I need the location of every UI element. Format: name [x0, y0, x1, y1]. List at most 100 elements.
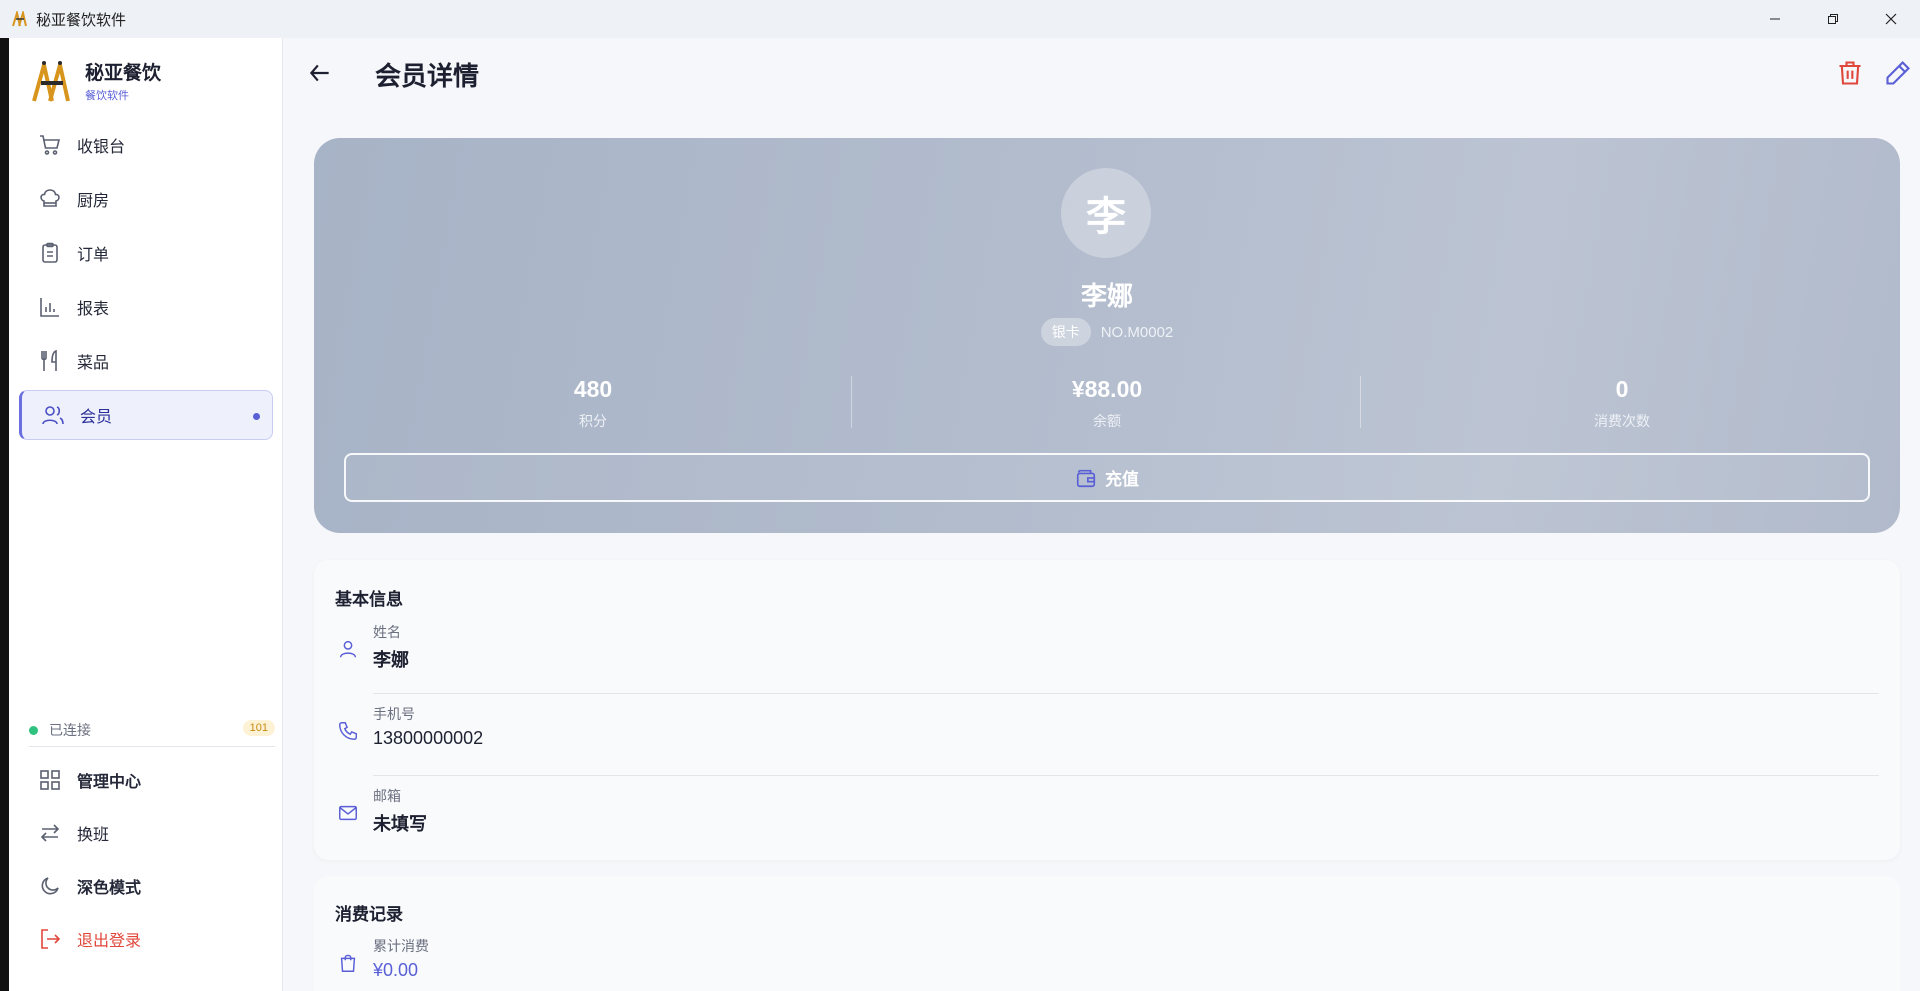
phone-icon [335, 718, 361, 744]
pencil-icon [1886, 61, 1910, 85]
brand-logo-icon [32, 60, 70, 102]
status-badge: 101 [242, 720, 275, 736]
sidebar-item-label: 退出登录 [77, 933, 142, 950]
stat-divider [851, 376, 852, 428]
stat-balance-label: 余额 [1093, 413, 1121, 429]
brand-subtitle: 餐饮软件 [85, 90, 129, 102]
clipboard-icon [37, 240, 63, 266]
stat-points: 480 积分 [339, 376, 847, 431]
app-logo-icon [10, 8, 32, 30]
info-value: 李娜 [373, 650, 409, 670]
sidebar-item-label: 报表 [77, 301, 110, 318]
recharge-button[interactable]: 充值 [344, 453, 1870, 502]
chef-hat-icon [37, 186, 63, 212]
info-label: 姓名 [373, 624, 401, 640]
member-tier-badge: 银卡 [1040, 318, 1091, 346]
sidebar-item-label: 换班 [77, 827, 110, 844]
consumption-record-title: 消费记录 [335, 905, 403, 924]
grid-icon [37, 767, 63, 793]
sidebar-item-label: 订单 [77, 247, 110, 264]
cart-icon [37, 132, 63, 158]
info-label: 手机号 [373, 706, 415, 722]
logout-button[interactable]: 退出登录 [19, 914, 273, 964]
info-label: 累计消费 [373, 938, 429, 954]
sidebar: 秘亚餐饮 餐饮软件 收银台 厨房 订单 报表 菜品 会员 已连接 101 管理中… [9, 38, 283, 991]
main-content: 会员详情 李 李娜 银卡 NO.M0002 480 积分 ¥88.00 余额 0… [283, 38, 1920, 991]
basic-info-card: 基本信息 姓名 李娜 手机号 13800000002 邮箱 未填写 [314, 560, 1900, 860]
info-label: 邮箱 [373, 788, 401, 804]
stat-divider [1360, 376, 1361, 428]
info-row-phone: 手机号 13800000002 [335, 694, 1879, 776]
basic-info-title: 基本信息 [335, 590, 403, 609]
info-row-name: 姓名 李娜 [335, 612, 1879, 694]
info-value: 13800000002 [373, 728, 484, 748]
sidebar-item-label: 收银台 [77, 139, 126, 156]
back-button[interactable] [303, 56, 337, 90]
info-value: 未填写 [373, 814, 427, 834]
connection-status-text: 已连接 [49, 722, 91, 738]
sidebar-item-kitchen[interactable]: 厨房 [19, 174, 273, 224]
restore-button[interactable] [1804, 0, 1862, 38]
info-row-email: 邮箱 未填写 [335, 776, 1879, 858]
stat-points-label: 积分 [579, 413, 607, 429]
window-titlebar: 秘亚餐饮软件 [0, 0, 1920, 38]
shopping-bag-icon [335, 950, 361, 976]
stat-visits-value: 0 [1615, 376, 1629, 402]
page-title: 会员详情 [375, 61, 480, 91]
window-title: 秘亚餐饮软件 [36, 11, 127, 29]
stat-balance: ¥88.00 余额 [853, 376, 1361, 431]
stat-visits: 0 消费次数 [1368, 376, 1876, 431]
restore-icon [1828, 14, 1838, 24]
close-window-button[interactable] [1862, 0, 1920, 38]
sidebar-item-orders[interactable]: 订单 [19, 228, 273, 278]
user-icon [335, 636, 361, 662]
active-indicator-dot [253, 413, 260, 420]
info-row-total-spend: 累计消费 ¥0.00 [335, 926, 1879, 991]
info-value: ¥0.00 [373, 960, 419, 980]
mail-icon [335, 800, 361, 826]
close-icon [1885, 13, 1897, 25]
swap-icon [37, 820, 63, 846]
sidebar-item-cashier[interactable]: 收银台 [19, 120, 273, 170]
member-name: 李娜 [1080, 281, 1133, 311]
avatar: 李 [1061, 168, 1151, 258]
sidebar-item-shift[interactable]: 换班 [19, 808, 273, 858]
sidebar-divider [29, 746, 275, 747]
member-card: 李 李娜 银卡 NO.M0002 480 积分 ¥88.00 余额 0 消费次数… [314, 138, 1900, 533]
stat-points-value: 480 [573, 376, 613, 402]
sidebar-item-label: 会员 [80, 409, 113, 426]
sidebar-item-members[interactable]: 会员 [19, 390, 273, 440]
page-header: 会员详情 [283, 38, 1920, 108]
sidebar-item-label: 菜品 [77, 355, 110, 372]
wallet-icon [1076, 469, 1096, 487]
moon-icon [37, 873, 63, 899]
bar-chart-icon [37, 294, 63, 320]
delete-button[interactable] [1833, 56, 1867, 90]
sidebar-item-dishes[interactable]: 菜品 [19, 336, 273, 386]
trash-icon [1839, 61, 1861, 85]
stat-balance-value: ¥88.00 [1071, 376, 1143, 402]
minimize-button[interactable] [1746, 0, 1804, 38]
brand: 秘亚餐饮 餐饮软件 [31, 58, 161, 103]
logout-icon [37, 926, 63, 952]
arrow-left-icon [309, 64, 329, 82]
minimize-icon [1770, 18, 1780, 20]
sidebar-bottom-nav: 管理中心 换班 深色模式 退出登录 [19, 755, 273, 967]
users-icon [40, 402, 66, 428]
member-number: NO.M0002 [1100, 323, 1174, 341]
recharge-label: 充值 [1105, 470, 1139, 489]
edit-button[interactable] [1881, 56, 1915, 90]
utensils-icon [37, 348, 63, 374]
sidebar-item-admin[interactable]: 管理中心 [19, 755, 273, 805]
sidebar-item-label: 深色模式 [77, 880, 142, 897]
consumption-record-card: 消费记录 累计消费 ¥0.00 [314, 876, 1900, 991]
status-dot [29, 725, 38, 735]
sidebar-nav: 收银台 厨房 订单 报表 菜品 会员 [19, 120, 273, 444]
brand-name: 秘亚餐饮 [85, 63, 162, 84]
stat-visits-label: 消费次数 [1594, 413, 1650, 429]
sidebar-item-reports[interactable]: 报表 [19, 282, 273, 332]
sidebar-item-label: 管理中心 [77, 774, 142, 791]
dark-mode-toggle[interactable]: 深色模式 [19, 861, 273, 911]
sidebar-item-label: 厨房 [77, 193, 110, 210]
member-stats: 480 积分 ¥88.00 余额 0 消费次数 [314, 376, 1900, 432]
